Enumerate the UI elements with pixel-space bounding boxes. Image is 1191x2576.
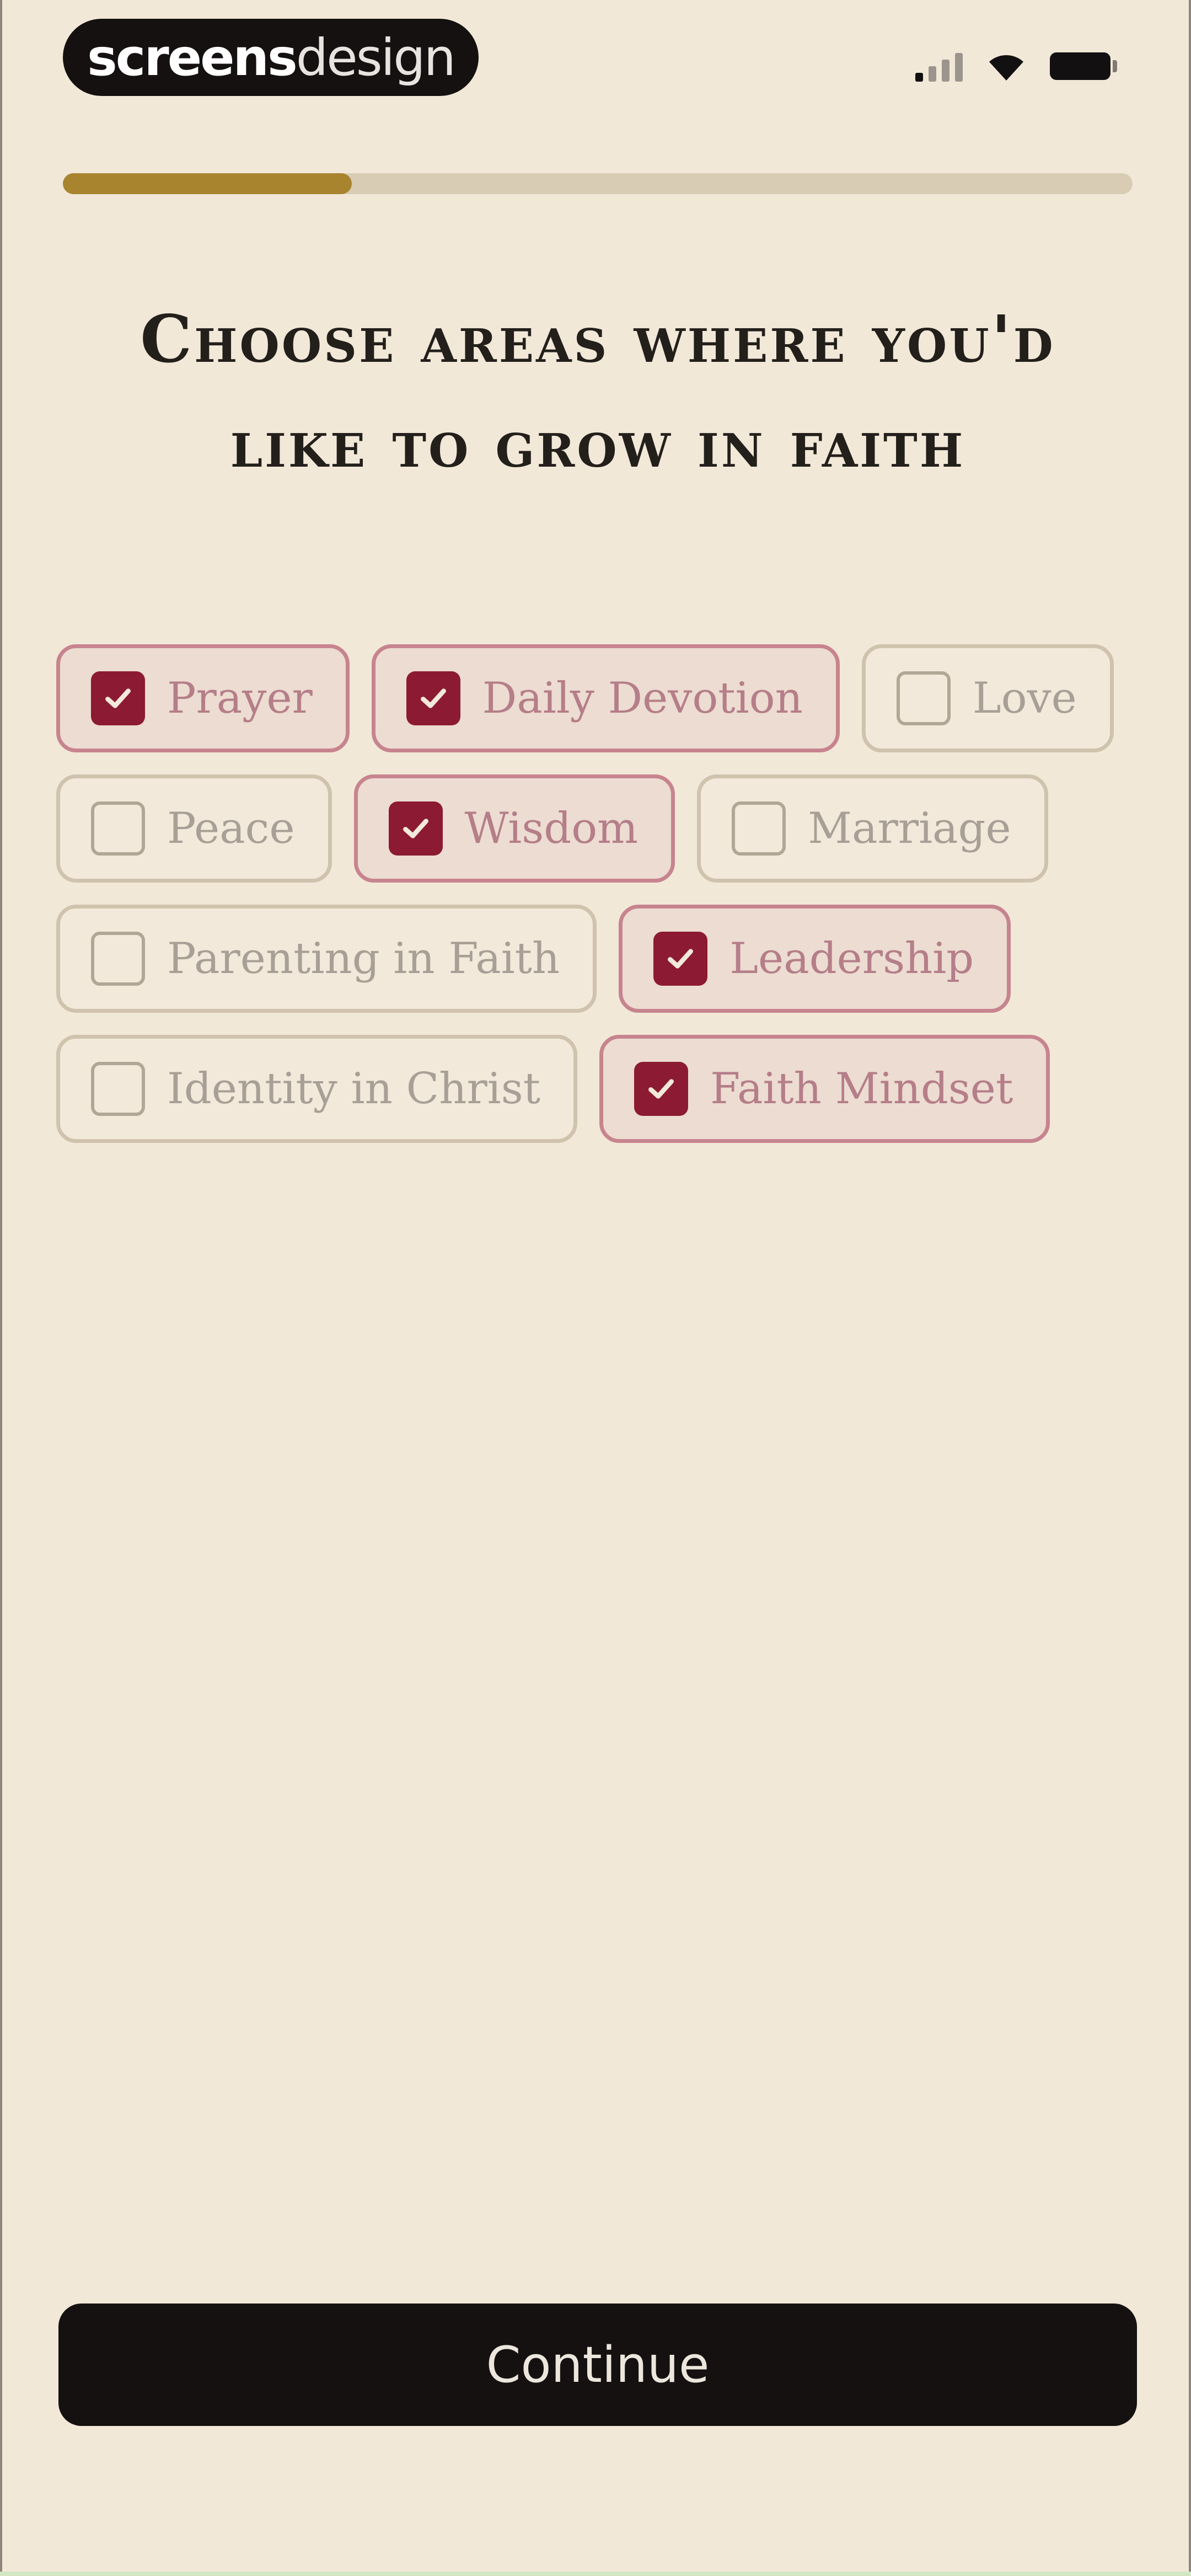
- chip-love[interactable]: Love: [861, 644, 1114, 752]
- chip-wisdom[interactable]: Wisdom: [353, 774, 675, 883]
- chip-label: Faith Mindset: [710, 1064, 1013, 1114]
- chip-row: Parenting in Faith Leadership: [56, 905, 1148, 1013]
- checkbox-checked-icon[interactable]: [634, 1062, 689, 1116]
- chip-label: Identity in Christ: [167, 1064, 541, 1114]
- brand-text-design: design: [296, 28, 456, 87]
- chip-label: Wisdom: [464, 804, 639, 853]
- chip-label: Daily Devotion: [482, 674, 803, 723]
- checkbox-checked-icon[interactable]: [388, 801, 443, 856]
- checkbox-checked-icon[interactable]: [91, 671, 145, 725]
- checkbox-unchecked-icon[interactable]: [91, 1062, 145, 1116]
- continue-button[interactable]: Continue: [58, 2304, 1137, 2426]
- onboarding-progress-bar: [63, 173, 1133, 194]
- chip-label: Prayer: [167, 674, 313, 723]
- chip-peace[interactable]: Peace: [56, 774, 332, 883]
- battery-icon: [1050, 52, 1117, 80]
- chip-label: Parenting in Faith: [167, 934, 560, 984]
- bottom-edge: [0, 2572, 1191, 2576]
- chip-label: Marriage: [808, 804, 1011, 853]
- chip-prayer[interactable]: Prayer: [56, 644, 350, 752]
- checkbox-unchecked-icon[interactable]: [91, 932, 145, 986]
- checkbox-checked-icon[interactable]: [653, 932, 708, 986]
- chip-label: Love: [972, 674, 1077, 723]
- brand-text-screens: screens: [87, 28, 298, 87]
- chip-daily-devotion[interactable]: Daily Devotion: [371, 644, 840, 752]
- chip-identity-in-christ[interactable]: Identity in Christ: [56, 1035, 578, 1143]
- chip-row: Identity in Christ Faith Mindset: [56, 1035, 1148, 1143]
- chip-leadership[interactable]: Leadership: [619, 905, 1011, 1013]
- chip-label: Leadership: [729, 934, 974, 984]
- wifi-icon: [989, 55, 1023, 81]
- chip-faith-mindset[interactable]: Faith Mindset: [599, 1035, 1050, 1143]
- faith-areas-chip-group: Prayer Daily Devotion Love Peace Wisdom Marri…: [56, 644, 1148, 1165]
- page-title: Choose areas where you'd like to grow in…: [140, 301, 1055, 482]
- checkbox-unchecked-icon[interactable]: [732, 801, 786, 856]
- status-icons: [915, 51, 1117, 82]
- checkbox-unchecked-icon[interactable]: [896, 671, 951, 725]
- chip-parenting-in-faith[interactable]: Parenting in Faith: [56, 905, 597, 1013]
- checkbox-checked-icon[interactable]: [406, 671, 460, 725]
- chip-label: Peace: [167, 804, 295, 853]
- chip-row: Prayer Daily Devotion Love: [56, 644, 1148, 752]
- brand-logo: screens design: [63, 19, 479, 96]
- cellular-signal-icon: [915, 51, 963, 82]
- chip-marriage[interactable]: Marriage: [697, 774, 1048, 883]
- chip-row: Peace Wisdom Marriage: [56, 774, 1148, 883]
- app-screen: screens design Choose areas where you'd l…: [0, 0, 1191, 2572]
- checkbox-unchecked-icon[interactable]: [91, 801, 145, 856]
- progress-bar-fill: [63, 173, 352, 194]
